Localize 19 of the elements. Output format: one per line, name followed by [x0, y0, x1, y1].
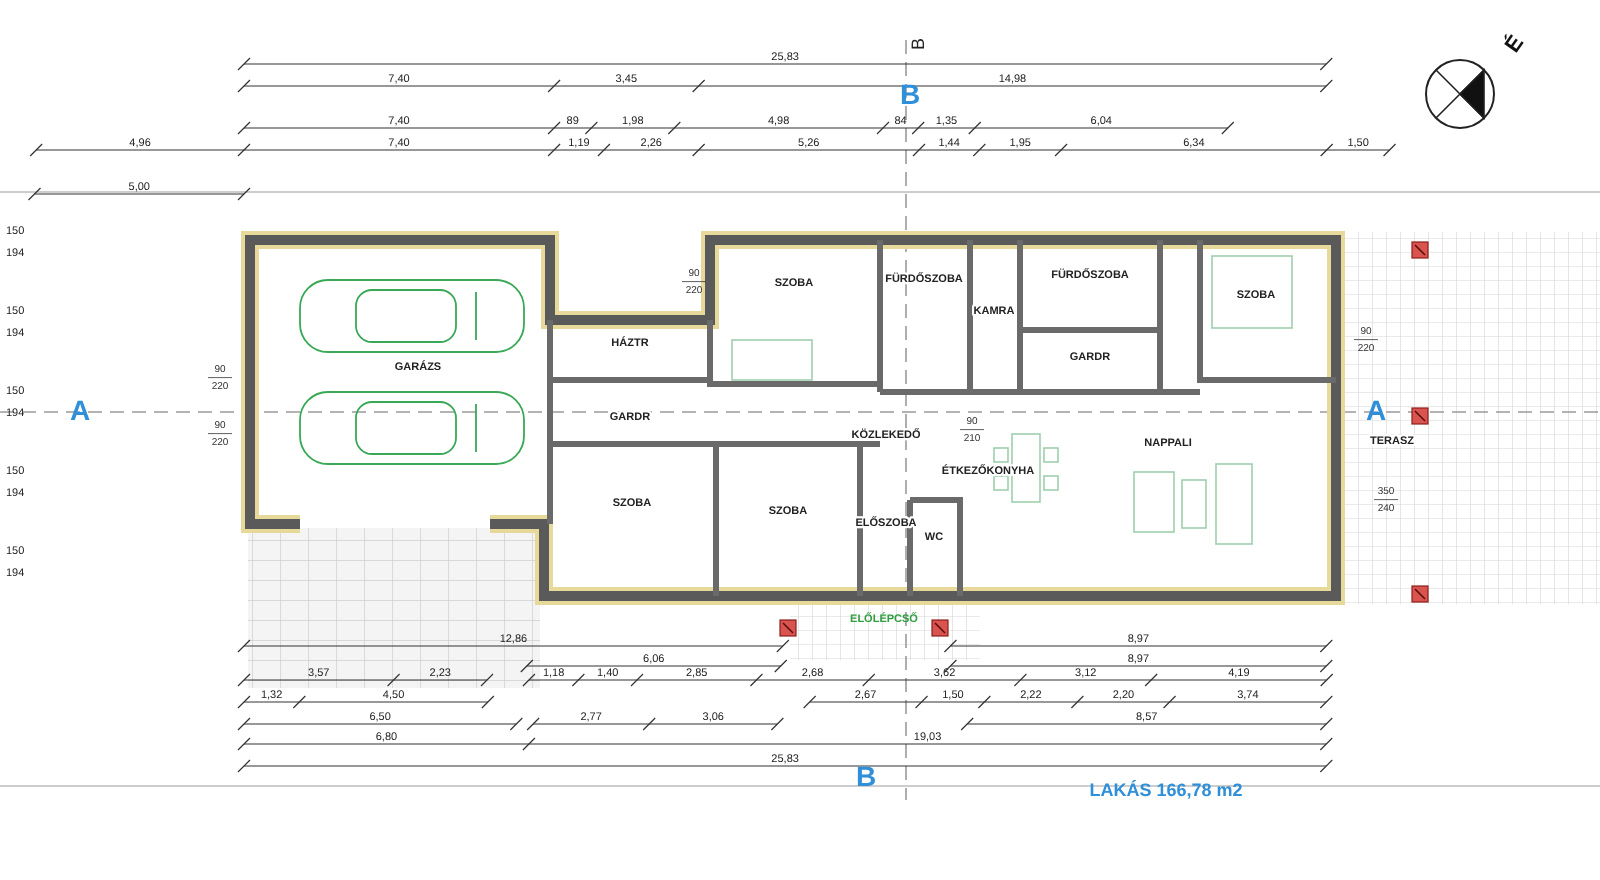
- column-marker-icon: [1411, 407, 1429, 425]
- axis-label: B: [899, 78, 921, 110]
- axis-label: B: [908, 38, 928, 50]
- column-marker-icon: [931, 619, 949, 637]
- sofa-drawing: [1133, 463, 1253, 545]
- axis-label: A: [1365, 394, 1387, 426]
- fraction-line: [207, 433, 233, 434]
- north-label: É: [1501, 31, 1530, 58]
- axis-label: B: [855, 760, 877, 792]
- floor-area-label: LAKÁS 166,78 m2: [1089, 780, 1243, 800]
- fraction-line: [1353, 339, 1379, 340]
- fraction-line: [1373, 499, 1399, 500]
- column-marker-icon: [1411, 585, 1429, 603]
- column-marker-icon: [1411, 241, 1429, 259]
- axis-label: A: [69, 394, 91, 426]
- fraction-line: [681, 281, 707, 282]
- fraction-line: [207, 377, 233, 378]
- fraction-line: [959, 429, 985, 430]
- column-marker-icon: [779, 619, 797, 637]
